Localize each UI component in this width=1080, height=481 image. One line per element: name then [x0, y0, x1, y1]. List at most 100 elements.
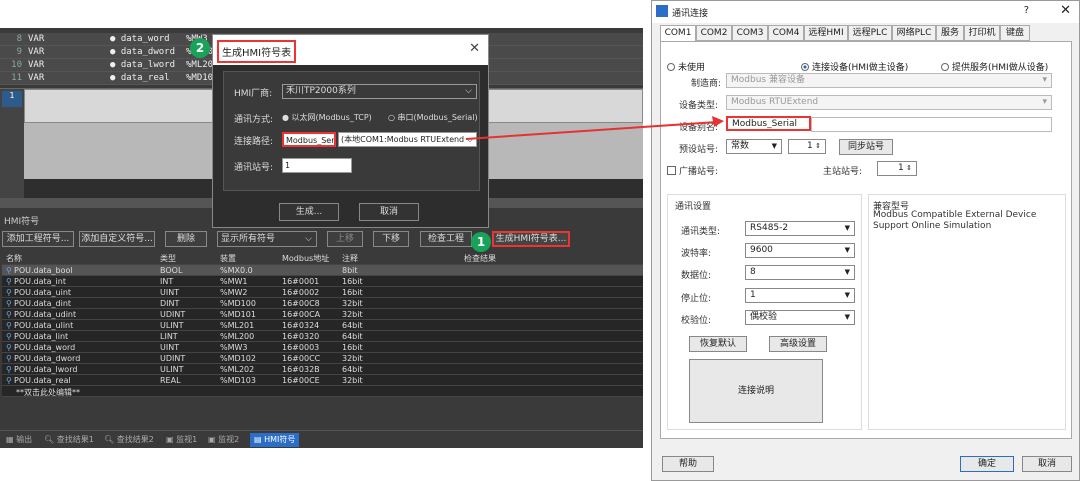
add-custom-symbol-button[interactable]: 添加自定义符号... — [79, 231, 155, 247]
path-name-field[interactable]: Modbus_Serial — [282, 132, 336, 147]
rung-number: 1 — [2, 91, 22, 107]
tab-item-5[interactable]: 远程PLC — [848, 25, 892, 41]
tab-item-9[interactable]: 键盘 — [1000, 25, 1030, 41]
table-row[interactable]: ⚲ POU.data_ulint ULINT %ML201 16#0324 64bit — [2, 320, 643, 331]
baud-select[interactable]: 9600 ▼ — [745, 243, 855, 258]
preset-station-spinner[interactable]: 1 ⇕ — [788, 139, 826, 154]
tab-watch-2[interactable]: ▣ 监视2 — [208, 433, 239, 447]
table-row[interactable]: ⚲ POU.data_bool BOOL %MX0.0 8bit — [2, 265, 643, 276]
move-down-button[interactable]: 下移 — [373, 231, 409, 247]
generate-hmi-table-button[interactable]: 生成HMI符号表... — [492, 231, 570, 247]
tab-watch-1[interactable]: ▣ 监视1 — [166, 433, 197, 447]
station-field[interactable]: 1 — [282, 158, 352, 173]
broadcast-checkbox[interactable]: 广播站号: — [667, 164, 718, 177]
table-cell: INT — [160, 277, 174, 286]
close-icon[interactable]: ✕ — [1060, 3, 1071, 18]
table-row[interactable]: ⚲ POU.data_lint LINT %ML200 16#0320 64bit — [2, 331, 643, 342]
tab-com4[interactable]: COM4 — [768, 25, 804, 41]
table-row[interactable]: ⚲ POU.data_word UINT %MW3 16#0003 16bit — [2, 342, 643, 353]
tab-item-7[interactable]: 服务 — [936, 25, 964, 41]
tab-hmi-symbols[interactable]: ▤ HMI符号 — [250, 433, 300, 447]
add-project-symbol-button[interactable]: 添加工程符号... — [2, 231, 74, 247]
dialog-titlebar: 生成HMI符号表 ✕ — [213, 35, 488, 65]
var-kw: VAR — [28, 73, 45, 83]
table-cell: 16#0002 — [282, 288, 320, 297]
hmi-symbol-table: 名称 类型 装置 Modbus地址 注释 检查结果 ⚲ POU.data_bool BOOL %M… — [2, 252, 643, 397]
table-cell: %ML200 — [220, 332, 255, 341]
comm-type-select[interactable]: RS485-2 ▼ — [745, 221, 855, 236]
column-header[interactable]: 装置 — [220, 253, 236, 264]
advanced-settings-button[interactable]: 高级设置 — [769, 336, 827, 352]
path-select[interactable]: (本地COM1:Modbus RTUExtend ⌵ — [338, 132, 477, 147]
vendor-select[interactable]: 禾川TP2000系列 ⌵ — [282, 84, 477, 99]
table-cell: 16#00C8 — [282, 299, 320, 308]
tab-com3[interactable]: COM3 — [732, 25, 768, 41]
table-edit-row[interactable]: **双击此处编辑** — [2, 386, 643, 397]
help-icon[interactable]: ? — [1024, 5, 1029, 16]
column-header[interactable]: 注释 — [342, 253, 358, 264]
com1-panel: 未使用 连接设备(HMI做主设备) 提供服务(HMI做从设备) 制造商: Mod… — [660, 41, 1072, 439]
device-alias-field[interactable]: Modbus_Serial — [726, 116, 811, 131]
ok-button[interactable]: 确定 — [960, 456, 1014, 472]
parity-select[interactable]: 偶校验 ▼ — [745, 310, 855, 325]
spinner-arrows-icon[interactable]: ⇕ — [906, 162, 912, 175]
link-icon: ⚲ — [6, 288, 12, 297]
help-button[interactable]: 帮助 — [662, 456, 714, 472]
preset-station-select[interactable]: 常数 ▼ — [726, 139, 782, 154]
maker-select[interactable]: Modbus 兼容设备 ▾ — [726, 73, 1052, 88]
path-label: 连接路径: — [234, 137, 274, 147]
delete-button[interactable]: 删除 — [165, 231, 207, 247]
cancel-button[interactable]: 取消 — [1022, 456, 1072, 472]
tab-item-8[interactable]: 打印机 — [964, 25, 1000, 41]
device-type-select[interactable]: Modbus RTUExtend ▾ — [726, 95, 1052, 110]
table-cell: 16#00CA — [282, 310, 321, 319]
display-filter-select[interactable]: 显示所有符号 ⌵ — [217, 231, 317, 247]
column-header[interactable]: 名称 — [6, 253, 22, 264]
window-titlebar: 通讯连接 ? ✕ — [652, 1, 1079, 23]
connection-help-button[interactable]: 连接说明 — [689, 359, 823, 423]
check-project-button[interactable]: 检查工程 — [420, 231, 472, 247]
device-type-value: Modbus RTUExtend — [731, 97, 819, 107]
data-bits-select[interactable]: 8 ▼ — [745, 265, 855, 280]
column-header[interactable]: 检查结果 — [464, 253, 496, 264]
table-row[interactable]: ⚲ POU.data_dint DINT %MD100 16#00C8 32bit — [2, 298, 643, 309]
tab-com2[interactable]: COM2 — [696, 25, 732, 41]
table-row[interactable]: ⚲ POU.data_real REAL %MD103 16#00CE 32bit — [2, 375, 643, 386]
tab-find-1[interactable]: 🔍︎ 查找结果1 — [44, 433, 94, 447]
master-station-spinner[interactable]: 1 ⇕ — [877, 161, 917, 176]
sync-station-button[interactable]: 同步站号 — [839, 139, 893, 155]
table-row[interactable]: ⚲ POU.data_lword ULINT %ML202 16#032B 64bit — [2, 364, 643, 375]
tab-item-4[interactable]: 远程HMI — [804, 25, 848, 41]
device-alias-field-rest[interactable] — [811, 117, 1052, 132]
restore-default-button[interactable]: 恢复默认 — [689, 336, 747, 352]
table-cell: POU.data_lint — [14, 332, 69, 341]
column-header[interactable]: Modbus地址 — [282, 253, 329, 264]
var-kw: VAR — [28, 60, 45, 70]
tab-hmi-symbols-label: HMI符号 — [264, 435, 296, 444]
spinner-arrows-icon[interactable]: ⇕ — [815, 140, 821, 153]
cancel-button[interactable]: 取消 — [359, 203, 419, 221]
tab-find-1-label: 查找结果1 — [56, 435, 94, 444]
radio-service-label: 提供服务(HMI做从设备) — [952, 63, 1049, 73]
radio-serial[interactable]: ○ 串口(Modbus_Serial) — [388, 112, 478, 123]
tab-find-2[interactable]: 🔍︎ 查找结果2 — [104, 433, 154, 447]
radio-connect-device[interactable]: 连接设备(HMI做主设备) — [801, 60, 908, 73]
generate-button[interactable]: 生成... — [279, 203, 339, 221]
move-up-button[interactable]: 上移 — [327, 231, 363, 247]
table-row[interactable]: ⚲ POU.data_udint UDINT %MD101 16#00CA 32bit — [2, 309, 643, 320]
var-kw: VAR — [28, 34, 45, 44]
hmi-icon: ▤ — [254, 435, 265, 444]
close-icon[interactable]: ✕ — [469, 41, 480, 56]
radio-provide-service[interactable]: 提供服务(HMI做从设备) — [941, 60, 1048, 73]
tab-com1[interactable]: COM1 — [660, 25, 696, 42]
table-row[interactable]: ⚲ POU.data_int INT %MW1 16#0001 16bit — [2, 276, 643, 287]
table-row[interactable]: ⚲ POU.data_dword UDINT %MD102 16#00CC 32bit — [2, 353, 643, 364]
link-icon: ⚲ — [6, 365, 12, 374]
radio-unused[interactable]: 未使用 — [667, 60, 705, 73]
table-row[interactable]: ⚲ POU.data_uint UINT %MW2 16#0002 16bit — [2, 287, 643, 298]
radio-ethernet[interactable]: ● 以太网(Modbus_TCP) — [282, 112, 372, 123]
tab-output[interactable]: ▦ 输出 — [6, 433, 32, 447]
column-header[interactable]: 类型 — [160, 253, 176, 264]
stop-bits-select[interactable]: 1 ▼ — [745, 288, 855, 303]
tab-item-6[interactable]: 网络PLC — [892, 25, 936, 41]
